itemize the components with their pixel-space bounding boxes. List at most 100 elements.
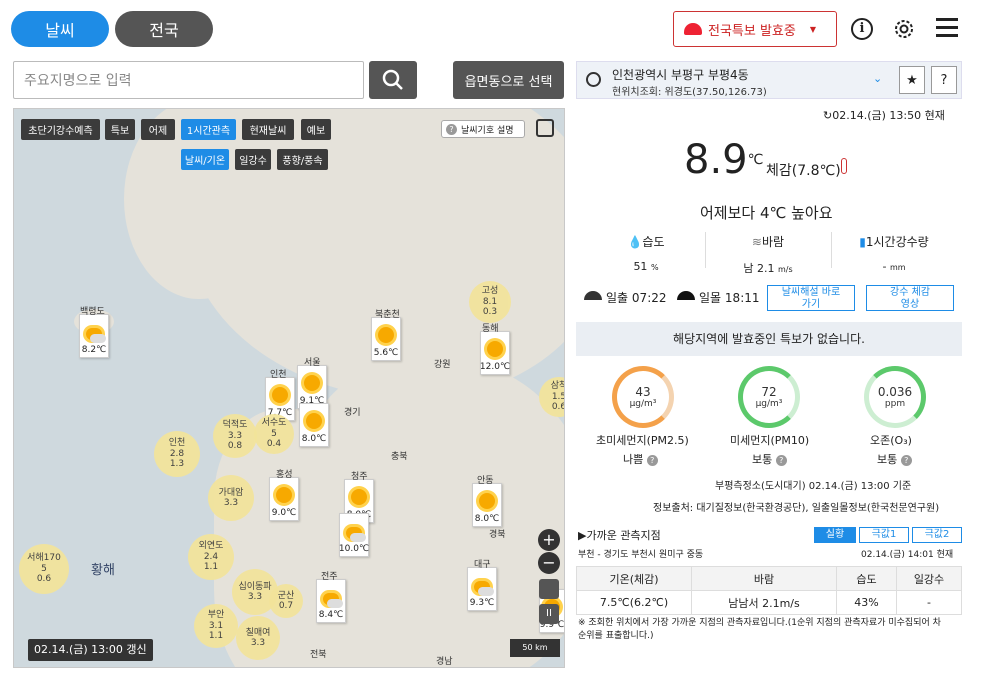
nearby-note: ※ 조회한 위치에서 가장 가까운 지점의 관측자료입니다.(1순위 지점의 관… — [578, 618, 941, 641]
alert-dropdown[interactable]: 전국특보 발효중 ▼ — [673, 11, 837, 47]
layer-icon[interactable] — [539, 579, 559, 599]
info-icon[interactable]: i — [851, 18, 873, 40]
table-row: 7.5℃(6.2℃) 남남서 2.1m/s 43% - — [576, 590, 962, 615]
pause-icon[interactable]: II — [539, 604, 559, 624]
star-icon[interactable]: ★ — [899, 66, 925, 94]
humidity-block: 💧습도 51 % — [627, 235, 665, 273]
nearby-tab-extreme1[interactable]: 극값1 — [859, 527, 909, 543]
map-tab-forecast[interactable]: 예보 — [301, 119, 331, 140]
help-icon[interactable]: ? — [931, 66, 957, 94]
sunrise: 일출 07:22 — [606, 291, 667, 305]
ozone-grade: 보통 ? — [877, 451, 912, 467]
pm25-gauge: 43 μg/m³ — [612, 366, 674, 428]
alert-label: 전국특보 발효중 — [708, 23, 796, 39]
province-label-gyeongbuk: 경북 — [489, 530, 506, 540]
weather-commentary-button[interactable]: 날씨해설 바로가기 — [767, 285, 855, 311]
sea-bubble-goseong[interactable]: 고성 8.1 0.3 — [469, 281, 511, 323]
province-label-gyeonggi: 경기 — [344, 408, 361, 418]
source-info: 정보출처: 대기질정보(한국환경공단), 일출일몰정보(한국천문연구원) — [653, 503, 940, 514]
map-subtab-daily-rain[interactable]: 일강수 — [235, 149, 271, 170]
cell-rain: - — [896, 590, 962, 615]
city-label: 전주 — [321, 572, 338, 582]
sea-bubble-oeyeondo[interactable]: 외연도 2.4 1.1 — [188, 534, 234, 580]
map-tab-yesterday[interactable]: 어제 — [141, 119, 175, 140]
map-tab-hourly[interactable]: 1시간관측 — [181, 119, 236, 140]
sea-bubble-chilmaeyeo[interactable]: 칠매여 3.3 — [236, 616, 280, 660]
map-tab-warning[interactable]: 특보 — [105, 119, 135, 140]
col-wind: 바람 — [691, 566, 837, 591]
city-label: 서울 — [304, 358, 321, 368]
question-icon: ? — [446, 123, 457, 135]
city-box-daegu[interactable]: 9.3℃ — [467, 567, 497, 611]
thermometer-icon — [841, 158, 847, 174]
sea-label: 황해 — [91, 563, 115, 578]
legend-button[interactable]: ? 날씨기호 설명 — [441, 120, 525, 138]
select-dong-button[interactable]: 읍면동으로 선택 — [453, 61, 564, 99]
nearby-title: ▶가까운 관측지점 — [578, 529, 661, 542]
location-coords: 현위치조회: 위경도(37.50,126.73) — [612, 87, 767, 98]
current-temp: 8.9℃ — [684, 137, 764, 183]
map-subtab-wind[interactable]: 풍향/풍속 — [277, 149, 328, 170]
nearby-tab-extreme2[interactable]: 극값2 — [912, 527, 962, 543]
city-box-donghae[interactable]: 12.0℃ — [480, 331, 510, 375]
rain-gauge-icon: ▮ — [859, 235, 866, 249]
zoom-in-button[interactable]: + — [538, 529, 560, 551]
search-button[interactable] — [369, 61, 417, 99]
sea-bubble-buan[interactable]: 부안 3.1 1.1 — [194, 604, 238, 648]
sea-bubble-deokjeok[interactable]: 덕적도 3.3 0.8 — [213, 414, 257, 458]
pm10-name: 미세먼지(PM10) — [730, 434, 810, 447]
question-icon[interactable]: ? — [900, 454, 912, 466]
tab-weather[interactable]: 날씨 — [11, 11, 109, 47]
zoom-out-button[interactable]: − — [538, 552, 560, 574]
province-label-chungbuk: 충북 — [391, 452, 408, 462]
city-label: 안동 — [477, 476, 494, 486]
sea-bubble-gadaeam[interactable]: 가대암 3.3 — [208, 475, 254, 521]
sea-bubble-gunsan[interactable]: 군산 0.7 — [269, 584, 303, 618]
sea-bubble-incheon[interactable]: 인천 2.8 1.3 — [154, 431, 200, 477]
city-box-daejeon[interactable]: 10.0℃ — [339, 513, 369, 557]
tab-nation[interactable]: 전국 — [115, 11, 213, 47]
sea-bubble-seosudo[interactable]: 서수도 5 0.4 — [254, 414, 294, 454]
map-subtab-weather-temp[interactable]: 날씨/기온 — [181, 149, 229, 170]
refresh-icon[interactable]: ↻ — [823, 109, 832, 122]
city-box-hongseong[interactable]: 9.0℃ — [269, 477, 299, 521]
search-input[interactable]: 주요지명으로 입력 — [13, 61, 364, 99]
question-icon[interactable]: ? — [646, 454, 658, 466]
location-bar: 인천광역시 부평구 부평4동 현위치조회: 위경도(37.50,126.73) … — [576, 61, 962, 99]
map-tab-nowcast[interactable]: 초단기강수예측 — [21, 119, 100, 140]
col-rain: 일강수 — [896, 566, 962, 591]
province-label-jeonbuk: 전북 — [310, 650, 327, 660]
crosshair-icon[interactable] — [586, 72, 601, 87]
weather-map[interactable]: 초단기강수예측 특보 어제 1시간관측 현재날씨 예보 날씨/기온 일강수 풍향… — [13, 108, 565, 668]
nearby-tab-current[interactable]: 실황 — [814, 527, 856, 543]
map-tab-current[interactable]: 현재날씨 — [242, 119, 294, 140]
pm10-grade: 보통 ? — [752, 451, 787, 467]
city-box-andong[interactable]: 8.0℃ — [472, 483, 502, 527]
city-label: 백령도 — [80, 307, 105, 317]
compare-text: 어제보다 4℃ 높아요 — [700, 204, 833, 222]
sunset-icon — [677, 291, 695, 300]
sea-bubble-seohae170[interactable]: 서해170 5 0.6 — [19, 544, 69, 594]
location-name: 인천광역시 부평구 부평4동 — [612, 68, 749, 82]
station-info: 부평측정소(도시대기) 02.14.(금) 13:00 기준 — [715, 481, 912, 492]
rain-video-button[interactable]: 강수 체감영상 — [866, 285, 954, 311]
menu-icon[interactable] — [936, 18, 958, 38]
gear-icon[interactable] — [892, 17, 916, 41]
city-box-baengnyeong[interactable]: 8.2℃ — [79, 314, 109, 358]
nearby-table: 기온(체감) 바람 습도 일강수 7.5℃(6.2℃) 남남서 2.1m/s 4… — [576, 566, 962, 615]
pm25-grade: 나쁨 ? — [623, 451, 658, 467]
current-time: ↻02.14.(금) 13:50 현재 — [823, 109, 945, 122]
rain-block: ▮1시간강수량 - mm — [859, 235, 929, 273]
warning-message: 해당지역에 발효중인 특보가 없습니다. — [576, 322, 962, 356]
cell-wind: 남남서 2.1m/s — [691, 590, 837, 615]
city-label: 인천 — [270, 370, 287, 380]
external-link-icon[interactable] — [536, 119, 554, 137]
city-box-suwon[interactable]: 8.0℃ — [299, 403, 329, 447]
map-updated-time: 02.14.(금) 13:00 갱신 — [28, 639, 153, 661]
cell-humidity: 43% — [836, 590, 897, 615]
nearby-station: 부천 - 경기도 부천시 원미구 중동 — [578, 550, 704, 560]
city-box-bukchuncheon[interactable]: 5.6℃ — [371, 317, 401, 361]
chevron-down-icon[interactable]: ⌄ — [873, 72, 882, 85]
question-icon[interactable]: ? — [775, 454, 787, 466]
city-box-jeonju[interactable]: 8.4℃ — [316, 579, 346, 623]
